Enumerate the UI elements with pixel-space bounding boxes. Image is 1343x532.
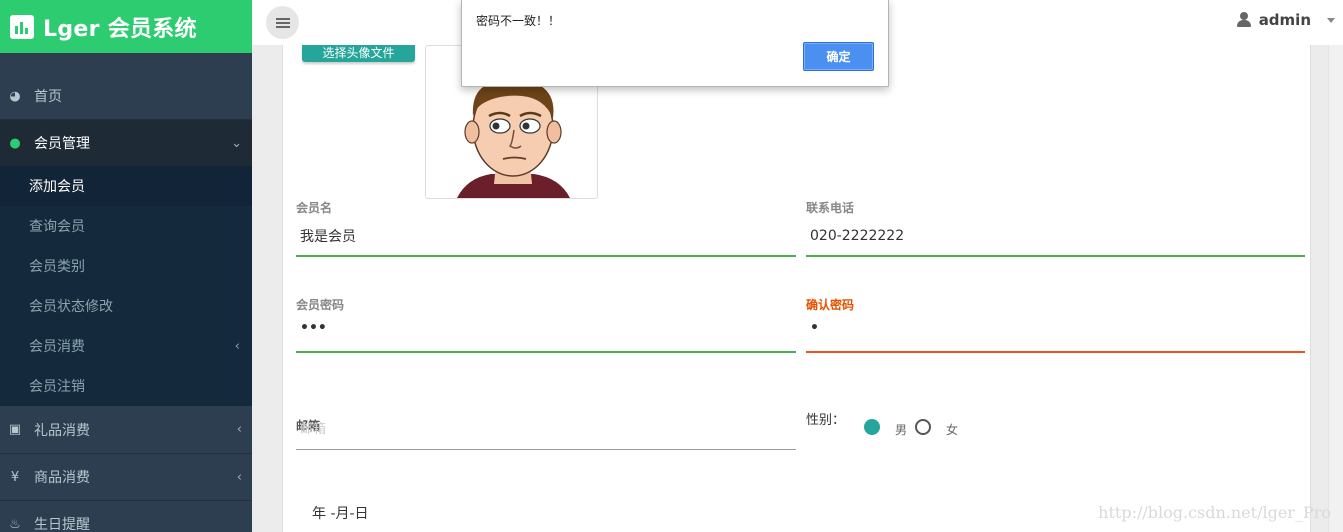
gender-female-label: 女 <box>946 423 959 437</box>
submenu-item-add-member[interactable]: 添加会员 <box>0 166 252 206</box>
submenu-item-label: 会员状态修改 <box>29 299 113 315</box>
submenu-item-member-cancel[interactable]: 会员注销 <box>0 366 252 406</box>
confirm-password-underline <box>806 351 1305 353</box>
user-menu[interactable]: admin <box>1236 0 1335 40</box>
confirm-password-input[interactable]: • <box>810 320 1300 342</box>
sidebar-item-label: 会员管理 <box>34 136 90 152</box>
sidebar-item-label: 商品消费 <box>34 470 90 486</box>
phone-input[interactable] <box>810 226 1300 246</box>
yen-icon: ¥ <box>10 469 20 485</box>
hamburger-icon <box>275 17 290 20</box>
alert-message: 密码不一致！！ <box>476 14 561 28</box>
submenu-item-label: 添加会员 <box>29 179 85 195</box>
password-label: 会员密码 <box>296 298 345 312</box>
phone-underline <box>806 255 1305 257</box>
phone-label: 联系电话 <box>806 201 855 215</box>
submenu-item-label: 查询会员 <box>29 219 85 235</box>
sidebar-item-label: 礼品消费 <box>34 422 90 439</box>
chevron-down-icon <box>1327 17 1335 23</box>
gift-icon: ▣ <box>8 422 22 437</box>
email-input[interactable] <box>300 420 790 438</box>
bar-chart-icon <box>10 14 34 39</box>
chevron-down-icon: ⌄ <box>231 135 242 151</box>
user-icon: ● <box>9 135 21 151</box>
alert-ok-button[interactable]: 确定 <box>803 42 874 71</box>
sidebar-item-birthday-reminder[interactable]: ♨ 生日提醒 <box>0 501 252 532</box>
password-underline <box>296 351 796 353</box>
brand-title: Lger 会员系统 <box>43 16 197 42</box>
sidebar-item-label: 生日提醒 <box>34 517 90 532</box>
sidebar-item-home[interactable]: ◕ 首页 <box>0 73 252 119</box>
dashboard-icon: ◕ <box>9 88 21 104</box>
gender-female-radio[interactable] <box>915 419 931 435</box>
birthday-date-input[interactable]: 年 -月-日 <box>312 503 369 523</box>
email-underline <box>296 449 796 450</box>
user-name: admin <box>1258 11 1311 29</box>
member-name-underline <box>296 255 796 257</box>
submenu-item-member-status[interactable]: 会员状态修改 <box>0 286 252 326</box>
submenu-item-label: 会员注销 <box>29 379 85 395</box>
gender-label: 性别： <box>806 413 846 428</box>
submenu-item-member-consumption[interactable]: 会员消费 ‹ <box>0 326 252 366</box>
submenu-item-member-category[interactable]: 会员类别 <box>0 246 252 286</box>
chevron-left-icon: ‹ <box>234 338 240 354</box>
confirm-password-label: 确认密码 <box>806 298 855 312</box>
member-name-label: 会员名 <box>296 201 333 215</box>
submenu-item-search-member[interactable]: 查询会员 <box>0 206 252 246</box>
alert-dialog: 密码不一致！！ 确定 <box>461 0 889 87</box>
submenu-item-label: 会员消费 <box>29 339 85 355</box>
sidebar-item-member-management[interactable]: ● 会员管理 ⌄ <box>0 120 252 166</box>
sidebar-item-goods-consumption[interactable]: ¥ 商品消费 ‹ <box>0 454 252 500</box>
chevron-left-icon: ‹ <box>236 469 242 485</box>
member-name-input[interactable] <box>300 226 790 246</box>
menu-toggle-button[interactable] <box>266 6 299 39</box>
sidebar-item-gift-consumption[interactable]: ▣ 礼品消费 ‹ <box>0 406 252 453</box>
password-input[interactable]: ••• <box>300 320 790 342</box>
gender-male-label: 男 <box>895 423 908 437</box>
watermark: http://blog.csdn.net/lger_Pro <box>1098 503 1331 522</box>
sidebar-item-label: 首页 <box>34 89 62 105</box>
cake-icon: ♨ <box>9 516 21 532</box>
gender-male-radio[interactable] <box>864 419 880 435</box>
submenu-item-label: 会员类别 <box>29 259 85 275</box>
page-scrollbar[interactable] <box>1328 45 1343 532</box>
user-avatar-icon <box>1236 12 1251 28</box>
upload-avatar-button[interactable]: 选择头像文件 <box>302 45 415 62</box>
brand-logo[interactable]: Lger 会员系统 <box>0 0 252 53</box>
chevron-left-icon: ‹ <box>236 422 242 437</box>
